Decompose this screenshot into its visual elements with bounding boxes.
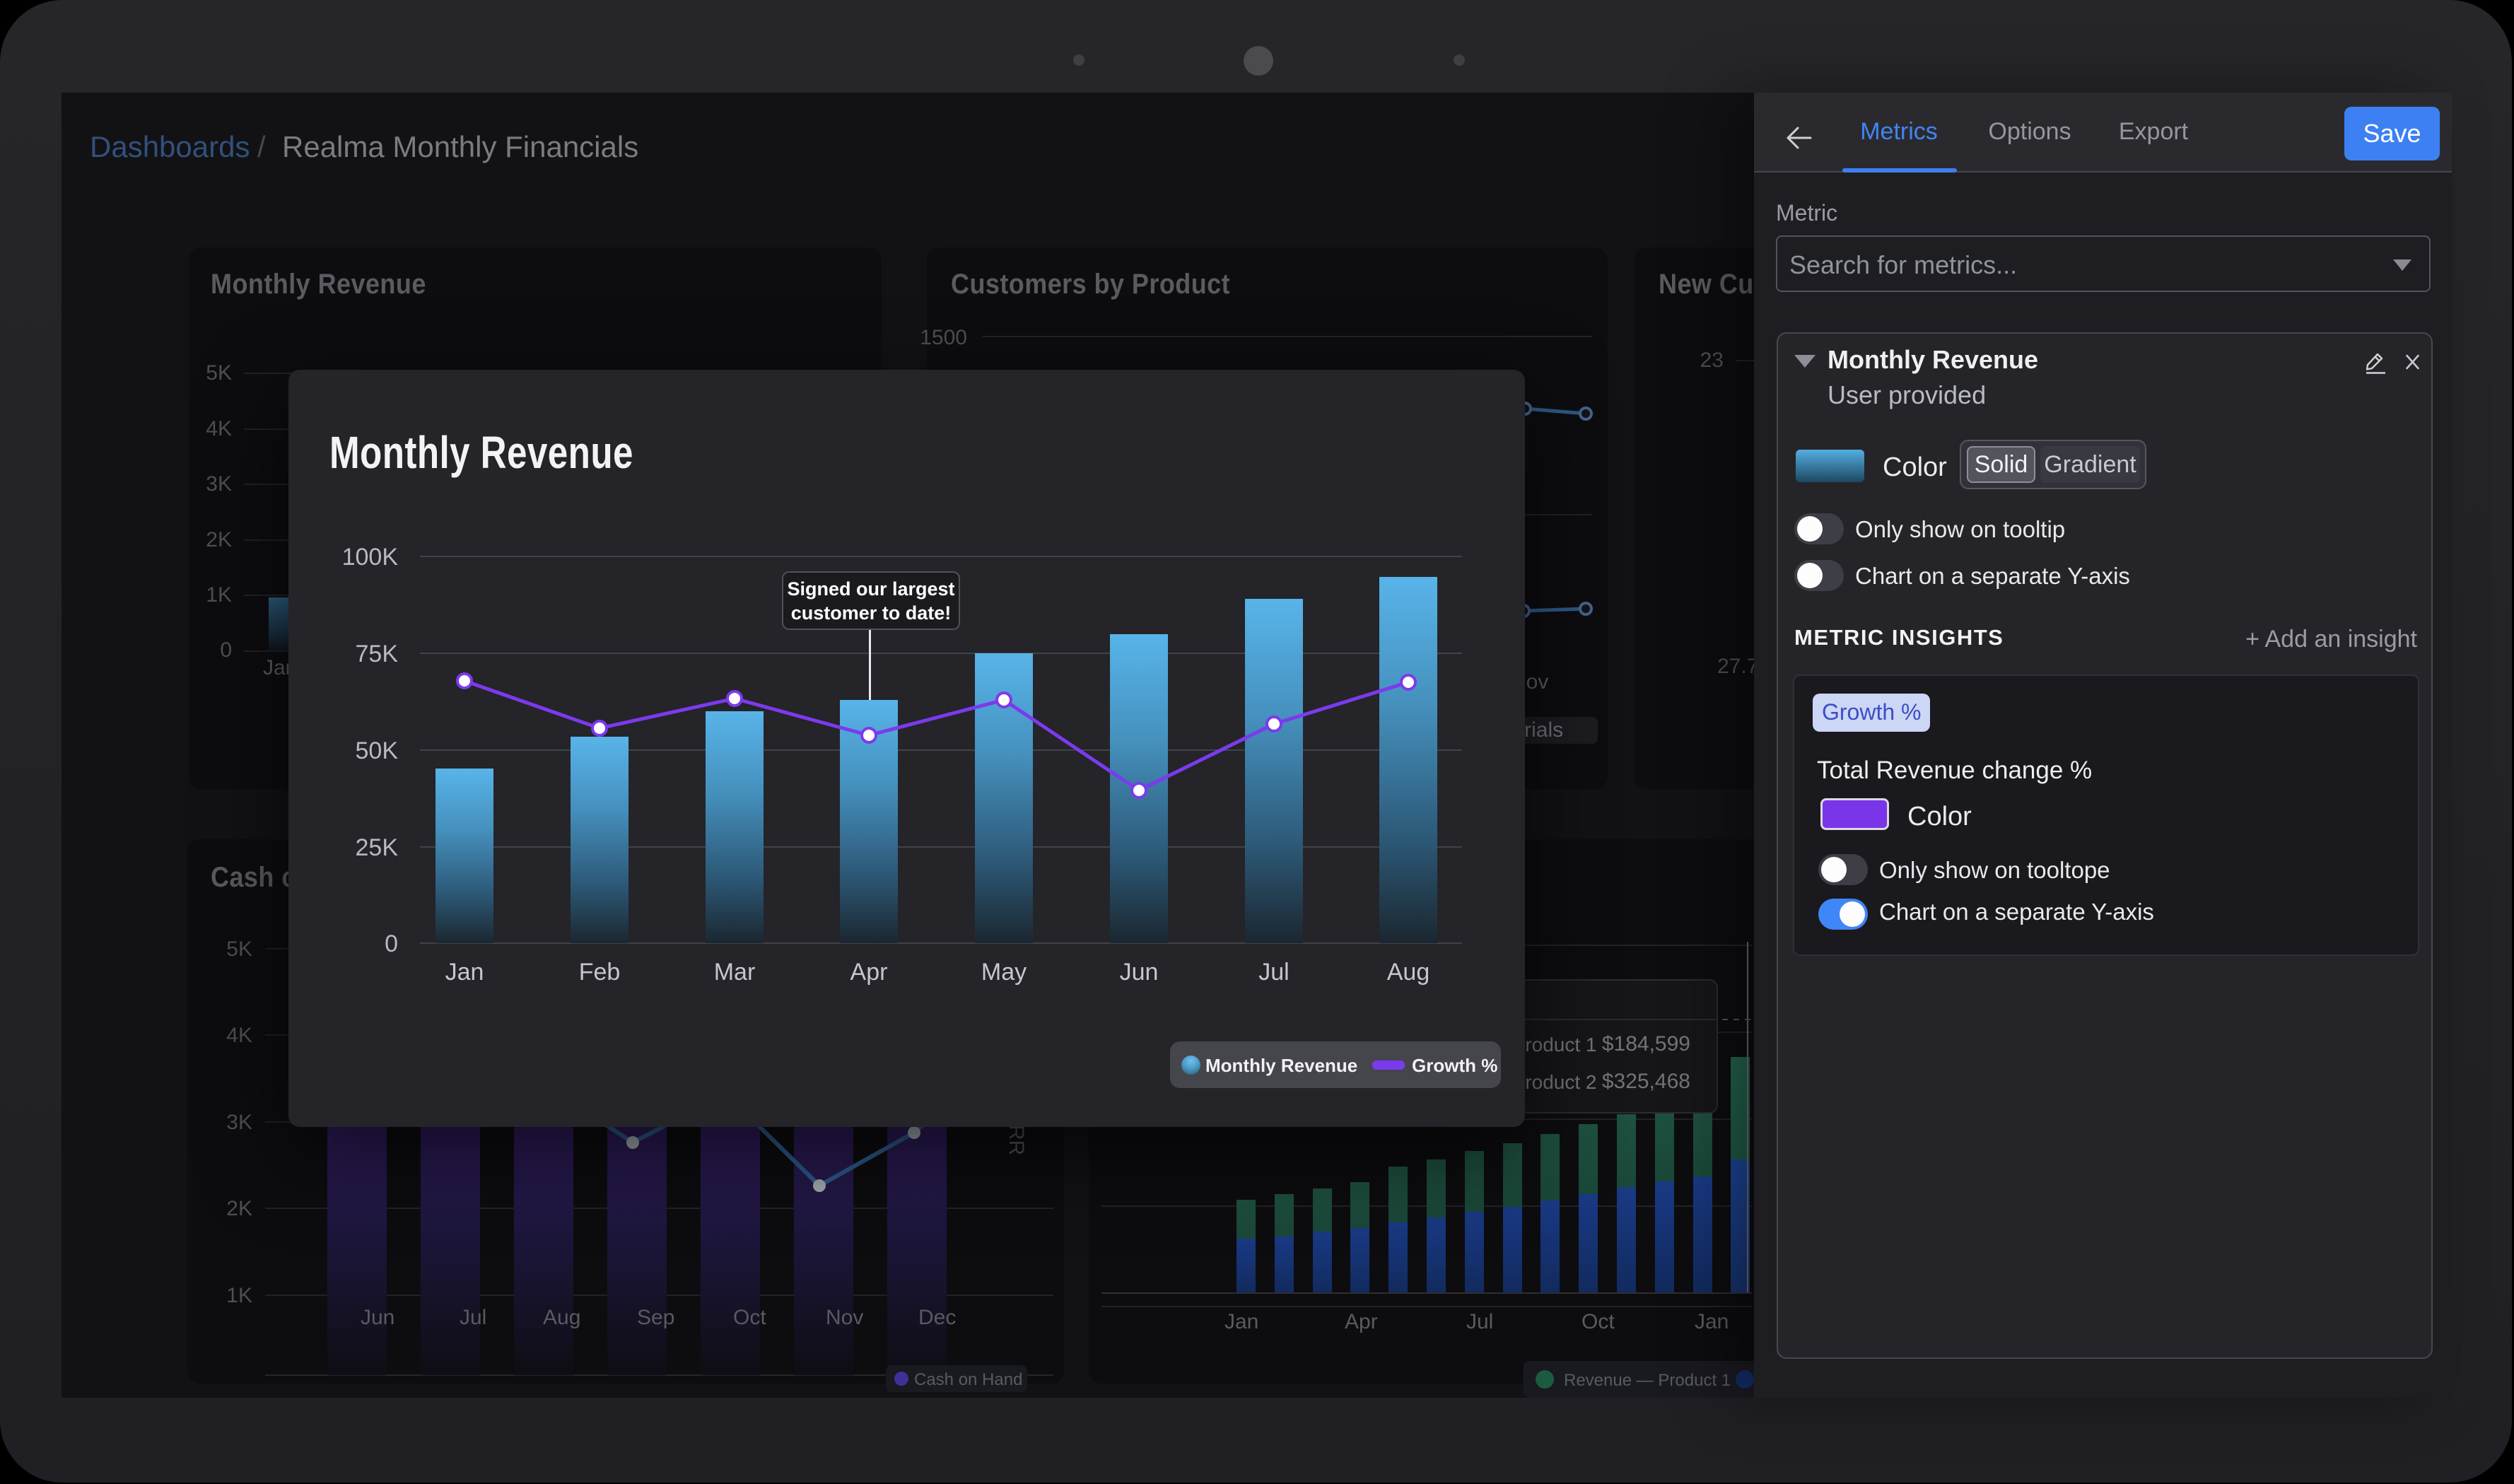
svg-text:100K: 100K xyxy=(342,544,399,571)
svg-text:50K: 50K xyxy=(356,737,399,764)
svg-text:Jan: Jan xyxy=(445,959,484,986)
svg-text:75K: 75K xyxy=(356,641,399,667)
svg-text:0: 0 xyxy=(385,930,398,957)
svg-text:Feb: Feb xyxy=(579,959,621,986)
svg-text:Aug: Aug xyxy=(1387,959,1430,986)
svg-text:25K: 25K xyxy=(356,834,399,861)
svg-text:Jun: Jun xyxy=(1120,959,1159,986)
svg-text:Apr: Apr xyxy=(850,959,888,986)
svg-text:May: May xyxy=(981,959,1027,986)
svg-text:Mar: Mar xyxy=(714,959,756,986)
svg-text:Jul: Jul xyxy=(1258,959,1289,986)
